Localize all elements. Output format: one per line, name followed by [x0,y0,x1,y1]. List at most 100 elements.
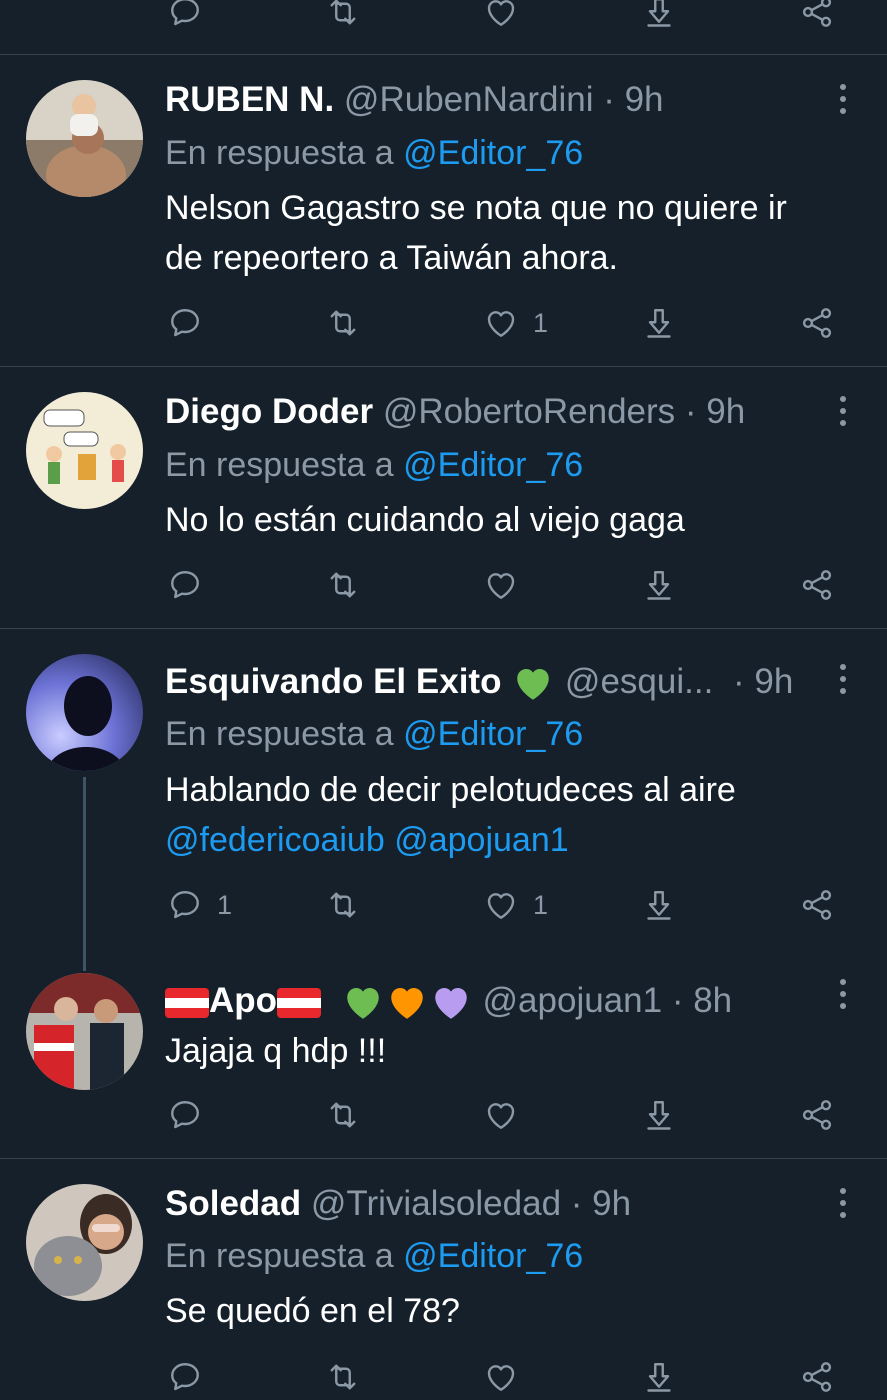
timestamp[interactable]: 9h [706,392,745,431]
tweet-text-line: Nelson Gagastro se nota que no quiere ir [165,189,787,227]
tweet-text: Nelson Gagastro se nota que no quiere ir… [165,183,865,283]
like-button[interactable]: 1 [483,885,548,925]
like-count: 1 [533,307,549,338]
more-icon[interactable] [829,661,857,697]
avatar[interactable] [26,392,143,509]
share-button[interactable] [799,885,835,925]
like-button[interactable] [483,1095,519,1135]
share-icon [799,305,835,341]
divider [0,628,887,629]
timestamp[interactable]: 8h [693,981,732,1020]
display-name[interactable]: Diego Doder [165,392,373,431]
reply-button[interactable] [167,303,203,343]
download-button[interactable] [641,885,677,925]
separator-dot: · [671,981,684,1020]
retweet-icon [325,1097,361,1133]
download-button[interactable] [641,565,677,605]
tweet-text-line: No lo están cuidando al viejo gaga [165,501,685,539]
retweet-icon [325,887,361,923]
reply-button[interactable] [167,1095,203,1135]
like-icon [483,887,519,923]
download-button[interactable] [641,0,677,32]
display-name[interactable]: Soledad [165,1184,301,1223]
retweet-button[interactable] [325,1095,361,1135]
reply-button[interactable] [167,1357,203,1397]
retweet-icon [325,0,361,30]
share-button[interactable] [799,303,835,343]
tweet-text: No lo están cuidando al viejo gaga [165,495,865,545]
retweet-button[interactable] [325,565,361,605]
avatar[interactable] [26,1184,143,1301]
retweet-button[interactable] [325,0,361,32]
avatar[interactable] [26,654,143,771]
avatar-image [26,973,143,1090]
share-icon [799,0,835,30]
reply-button[interactable]: 1 [167,885,232,925]
timestamp[interactable]: 9h [754,662,793,701]
more-icon[interactable] [829,393,857,429]
tweet-text-line: Se quedó en el 78? [165,1292,460,1330]
retweet-icon [325,305,361,341]
like-button[interactable] [483,565,519,605]
tweet-header: Diego Doder @RobertoRenders · 9h [165,391,745,433]
more-icon[interactable] [829,81,857,117]
reply-button[interactable] [167,0,203,32]
divider [0,366,887,367]
more-icon[interactable] [829,1185,857,1221]
tweet-header: Esquivando El Exito @esqui... · 9h [165,661,793,705]
avatar[interactable] [26,80,143,197]
retweet-icon [325,567,361,603]
flag-icon [165,988,209,1018]
share-button[interactable] [799,1357,835,1397]
display-name[interactable]: Esquivando El Exito [165,662,501,701]
retweet-icon [325,1359,361,1395]
retweet-button[interactable] [325,885,361,925]
share-button[interactable] [799,1095,835,1135]
like-count: 1 [533,889,549,920]
download-button[interactable] [641,1357,677,1397]
reply-count: 1 [217,889,233,920]
user-handle[interactable]: @apojuan1 [483,981,663,1020]
reply-mention[interactable]: @Editor_76 [403,715,583,753]
like-button[interactable]: 1 [483,303,548,343]
share-button[interactable] [799,565,835,605]
share-button[interactable] [799,0,835,32]
separator-dot: · [733,662,745,701]
reply-mention[interactable]: @Editor_76 [403,1237,583,1275]
reply-context: En respuesta a @Editor_76 [165,132,583,174]
timestamp[interactable]: 9h [625,80,664,119]
tweet-mentions[interactable]: @federicoaiub @apojuan1 [165,815,865,865]
tweet-text: Hablando de decir pelotudeces al aire @f… [165,765,865,865]
green-heart-icon [341,982,385,1024]
avatar[interactable] [26,973,143,1090]
user-handle[interactable]: @esqui... [565,662,713,701]
retweet-button[interactable] [325,1357,361,1397]
separator-dot: · [570,1184,583,1223]
timestamp[interactable]: 9h [592,1184,631,1223]
user-handle[interactable]: @RubenNardini [344,80,594,119]
retweet-button[interactable] [325,303,361,343]
reply-icon [167,0,203,30]
user-handle[interactable]: @Trivialsoledad [311,1184,561,1223]
reply-button[interactable] [167,565,203,605]
display-name[interactable]: Apo [209,981,277,1020]
user-handle[interactable]: @RobertoRenders [383,392,675,431]
like-icon [483,0,519,30]
reply-mention[interactable]: @Editor_76 [403,134,583,172]
more-icon[interactable] [829,976,857,1012]
tweet-text-line: Jajaja q hdp !!! [165,1032,387,1070]
separator-dot: · [603,80,615,119]
reply-mention[interactable]: @Editor_76 [403,446,583,484]
thread-line [83,777,86,971]
reply-context: En respuesta a @Editor_76 [165,713,583,755]
download-button[interactable] [641,303,677,343]
download-icon [641,1097,677,1133]
like-button[interactable] [483,0,519,32]
display-name[interactable]: RUBEN N. [165,80,334,119]
download-icon [641,887,677,923]
download-button[interactable] [641,1095,677,1135]
avatar-image [26,80,143,197]
like-button[interactable] [483,1357,519,1397]
divider [0,1158,887,1159]
purple-heart-icon [429,982,473,1024]
